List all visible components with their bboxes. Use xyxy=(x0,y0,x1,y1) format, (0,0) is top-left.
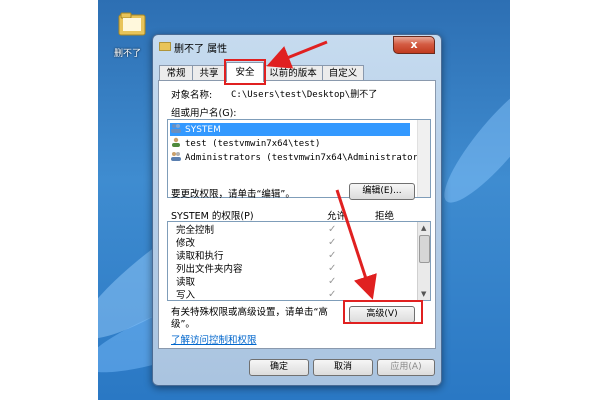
permission-list: 完全控制 修改 读取和执行 列出文件夹内容 读取 写入 ✓ ✓ ✓ ✓ ✓ ✓ … xyxy=(167,221,431,301)
allow-check-icon: ✓ xyxy=(328,276,337,287)
allow-check-icon: ✓ xyxy=(328,224,337,235)
allow-check-icon: ✓ xyxy=(328,237,337,248)
user-name: test (testvmwin7x64\test) xyxy=(185,139,321,149)
ok-button[interactable]: 确定 xyxy=(249,359,309,376)
allow-check-icon: ✓ xyxy=(328,250,337,261)
folder-icon xyxy=(159,42,171,51)
apply-button[interactable]: 应用(A) xyxy=(377,359,435,376)
user-name: Administrators (testvmwin7x64\Administra… xyxy=(185,153,429,163)
user-name: SYSTEM xyxy=(185,125,221,135)
permission-row: 列出文件夹内容 xyxy=(176,263,243,276)
allow-check-icon: ✓ xyxy=(328,289,337,300)
scroll-up-icon[interactable]: ▲ xyxy=(421,224,426,232)
tab-sharing[interactable]: 共享 xyxy=(192,65,226,81)
window-title: 删不了 属性 xyxy=(174,44,228,55)
permission-name: 修改 xyxy=(176,238,196,249)
object-name-value: C:\Users\test\Desktop\删不了 xyxy=(231,90,378,100)
object-name-label: 对象名称: xyxy=(171,90,213,101)
scroll-down-icon[interactable]: ▼ xyxy=(421,290,426,298)
user-list-scrollbar[interactable] xyxy=(417,120,430,197)
users-icon xyxy=(171,124,181,133)
properties-window: 删不了 属性 x 常规 共享 安全 以前的版本 自定义 对象名称: C:\Use… xyxy=(152,34,442,386)
change-permission-hint: 要更改权限，请单击“编辑”。 xyxy=(171,189,295,200)
special-permission-hint-line2: 级”。 xyxy=(171,319,195,330)
user-row-test[interactable]: test (testvmwin7x64\test) xyxy=(170,137,320,150)
title-bar[interactable]: 删不了 属性 x xyxy=(153,35,441,57)
tab-previous-versions[interactable]: 以前的版本 xyxy=(263,65,323,81)
advanced-button-highlight xyxy=(343,300,423,324)
permission-name: 读取 xyxy=(176,277,196,288)
permission-row: 完全控制 xyxy=(176,224,214,237)
cancel-button[interactable]: 取消 xyxy=(313,359,373,376)
folder-icon[interactable] xyxy=(118,12,146,36)
permission-row: 写入 xyxy=(176,289,196,301)
group-label: 组或用户名(G): xyxy=(171,108,237,119)
tab-security[interactable]: 安全 xyxy=(226,62,264,82)
permissions-header: SYSTEM 的权限(P) xyxy=(171,211,254,222)
user-icon xyxy=(172,137,180,147)
permission-name: 写入 xyxy=(176,290,196,301)
deny-header: 拒绝 xyxy=(375,211,395,222)
users-icon xyxy=(171,152,181,161)
permission-row: 读取 xyxy=(176,276,195,289)
edit-button[interactable]: 编辑(E)... xyxy=(349,183,415,200)
permission-name: 完全控制 xyxy=(176,225,215,236)
user-row-system[interactable]: SYSTEM xyxy=(170,123,410,136)
allow-check-icon: ✓ xyxy=(328,263,337,274)
close-button[interactable]: x xyxy=(393,36,435,54)
scroll-thumb[interactable] xyxy=(419,235,430,263)
user-row-administrators[interactable]: Administrators (testvmwin7x64\Administra… xyxy=(170,151,429,164)
tab-general[interactable]: 常规 xyxy=(159,65,193,81)
tab-customize[interactable]: 自定义 xyxy=(322,65,364,81)
allow-header: 允许 xyxy=(327,211,347,222)
permission-row: 修改 xyxy=(176,237,195,250)
learn-access-control-link[interactable]: 了解访问控制和权限 xyxy=(171,332,257,346)
permission-name: 列出文件夹内容 xyxy=(176,264,243,275)
permission-list-scrollbar[interactable]: ▲ ▼ xyxy=(417,222,430,300)
permission-name: 读取和执行 xyxy=(176,251,224,262)
permission-row: 读取和执行 xyxy=(176,250,224,263)
